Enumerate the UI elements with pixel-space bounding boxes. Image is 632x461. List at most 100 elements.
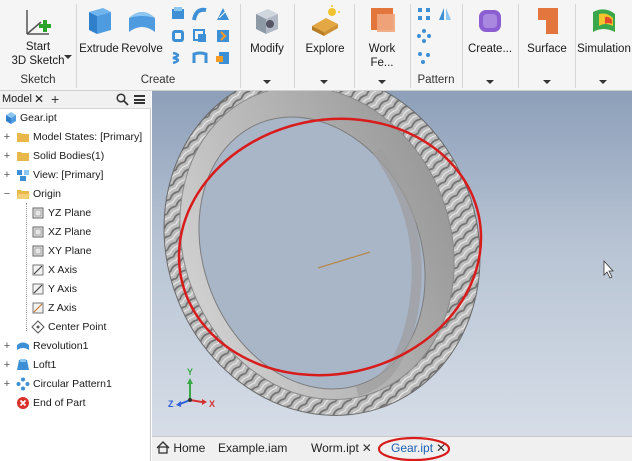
part-file-icon bbox=[6, 112, 16, 124]
view-rep-icon bbox=[17, 170, 29, 181]
revolve-label: Revolve bbox=[121, 43, 163, 55]
modify-label: Modify bbox=[250, 43, 284, 55]
axis-icon bbox=[32, 264, 44, 276]
extrude-button[interactable]: Extrude bbox=[78, 4, 120, 56]
ribbon-separator bbox=[354, 4, 355, 88]
ribbon-separator bbox=[294, 4, 295, 88]
unwrap-icon[interactable] bbox=[192, 50, 208, 66]
triad-y-label: Y bbox=[187, 367, 194, 377]
simulation-icon bbox=[593, 9, 615, 32]
emboss-icon[interactable] bbox=[192, 28, 208, 44]
surface-dropdown-icon[interactable] bbox=[543, 80, 551, 84]
rib-icon[interactable] bbox=[215, 6, 231, 22]
circular-pattern-icon[interactable] bbox=[416, 28, 432, 44]
tree-label: XY Plane bbox=[48, 245, 92, 257]
tree-label: Solid Bodies(1) bbox=[33, 150, 105, 162]
sweep-icon[interactable] bbox=[192, 6, 208, 22]
group-label-pattern: Pattern bbox=[417, 74, 455, 86]
ribbon-separator bbox=[76, 4, 77, 88]
search-icon[interactable] bbox=[116, 93, 129, 106]
coil-icon[interactable] bbox=[170, 28, 186, 44]
end-of-part-icon bbox=[17, 397, 29, 409]
menu-icon[interactable] bbox=[134, 95, 145, 104]
loft-icon[interactable] bbox=[170, 6, 186, 22]
explore-dropdown-icon[interactable] bbox=[320, 80, 328, 84]
axis-icon bbox=[32, 283, 44, 295]
tab-example-iam[interactable]: Example.iam bbox=[218, 441, 287, 455]
extrude-label: Extrude bbox=[79, 43, 119, 55]
folder-open-icon bbox=[17, 190, 30, 199]
tree-label: X Axis bbox=[48, 264, 78, 276]
simulation-button[interactable]: Simulation bbox=[576, 4, 632, 56]
tree-label: Revolution1 bbox=[33, 340, 89, 352]
group-label-create: Create bbox=[140, 74, 176, 86]
graphics-viewport[interactable]: Y Z X bbox=[152, 91, 632, 436]
close-icon[interactable]: ✕ bbox=[34, 92, 44, 106]
tree-label: Circular Pattern1 bbox=[33, 378, 112, 390]
tree-label: Model States: [Primary] bbox=[33, 131, 143, 143]
freeform-icon bbox=[479, 10, 501, 32]
simulation-dropdown-icon[interactable] bbox=[599, 80, 607, 84]
collapse-icon[interactable]: − bbox=[2, 185, 12, 203]
tree-label: View: [Primary] bbox=[33, 169, 104, 181]
tab-home[interactable]: Home bbox=[156, 441, 205, 455]
explore-button[interactable]: Explore bbox=[298, 4, 352, 56]
close-tab-icon[interactable]: ✕ bbox=[362, 441, 372, 455]
tree-label: Center Point bbox=[48, 321, 107, 333]
ribbon-separator bbox=[240, 4, 241, 88]
tree-label: Y Axis bbox=[48, 283, 77, 295]
tree-label: Loft1 bbox=[33, 359, 57, 371]
mouse-cursor-icon bbox=[603, 259, 614, 279]
plane-icon bbox=[32, 226, 44, 238]
start-3d-sketch-button[interactable]: Start 3D Sketch bbox=[4, 4, 72, 68]
tab-label: Example.iam bbox=[218, 441, 288, 455]
tree-connector bbox=[26, 203, 27, 331]
expand-icon[interactable]: + bbox=[2, 337, 12, 355]
rectangular-pattern-icon[interactable] bbox=[416, 6, 432, 22]
explore-label: Explore bbox=[305, 43, 345, 55]
revolve-button[interactable]: Revolve bbox=[120, 4, 164, 56]
ribbon-separator bbox=[518, 4, 519, 88]
create-freeform-button[interactable]: Create... bbox=[464, 4, 516, 56]
work-features-dropdown-icon[interactable] bbox=[378, 80, 386, 84]
expand-icon[interactable]: + bbox=[2, 375, 12, 393]
tree-label: YZ Plane bbox=[48, 207, 92, 219]
circular-pattern-feature-icon bbox=[16, 377, 30, 391]
triad-z-label: Z bbox=[168, 399, 174, 409]
axis-icon bbox=[32, 302, 44, 314]
expand-icon[interactable]: + bbox=[2, 166, 12, 184]
loft-feature-icon bbox=[17, 359, 29, 370]
document-tabs: Home Example.iam Worm.ipt ✕ Gear.ipt ✕ bbox=[152, 436, 632, 461]
triad-x-label: X bbox=[209, 399, 216, 409]
home-icon bbox=[156, 441, 170, 454]
expand-icon[interactable]: + bbox=[2, 147, 12, 165]
expand-icon[interactable]: + bbox=[2, 128, 12, 146]
folder-icon bbox=[17, 152, 29, 161]
extrude-icon bbox=[89, 8, 111, 34]
mirror-icon[interactable] bbox=[437, 6, 453, 22]
tree-label: Gear.ipt bbox=[20, 112, 57, 124]
gear-model bbox=[163, 91, 614, 416]
create-freeform-dropdown-icon[interactable] bbox=[486, 80, 494, 84]
model-tab[interactable]: Model bbox=[2, 93, 32, 105]
work-features-button[interactable]: Work Fe... bbox=[356, 4, 408, 70]
ribbon: Start 3D Sketch Sketch Extrude Revolve C… bbox=[0, 0, 632, 91]
sketch-pattern-icon[interactable] bbox=[416, 50, 432, 66]
tab-worm-ipt[interactable]: Worm.ipt ✕ bbox=[311, 441, 372, 455]
derive-icon[interactable] bbox=[215, 28, 231, 44]
tree-label: XZ Plane bbox=[48, 226, 92, 238]
start-sketch-dropdown-icon[interactable] bbox=[64, 55, 72, 59]
tab-annotation bbox=[377, 436, 451, 461]
tab-label: Worm.ipt bbox=[311, 441, 359, 455]
modify-dropdown-icon[interactable] bbox=[263, 80, 271, 84]
expand-icon[interactable]: + bbox=[2, 356, 12, 374]
folder-icon bbox=[17, 133, 29, 142]
spring-icon[interactable] bbox=[170, 50, 186, 66]
modify-button[interactable]: Modify bbox=[242, 4, 292, 56]
surface-button[interactable]: Surface bbox=[520, 4, 574, 56]
import-icon[interactable] bbox=[215, 50, 231, 66]
ribbon-separator bbox=[462, 4, 463, 88]
surface-label: Surface bbox=[527, 43, 567, 55]
start-label-line1: Start bbox=[25, 41, 51, 53]
add-tab-icon[interactable]: + bbox=[51, 91, 59, 107]
